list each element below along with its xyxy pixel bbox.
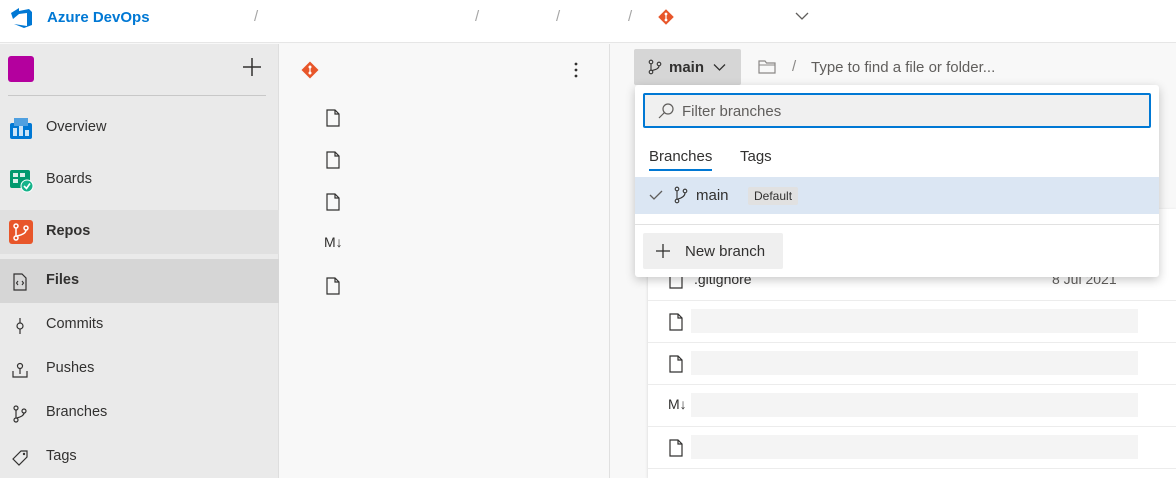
- folder-icon[interactable]: [758, 59, 776, 74]
- nav-item-files[interactable]: Files: [0, 259, 279, 303]
- branch-icon: [674, 186, 688, 204]
- checkmark-icon: [649, 190, 663, 200]
- branch-name: main: [696, 187, 729, 204]
- nav-item-label: Files: [46, 272, 80, 288]
- filter-branches-input[interactable]: [682, 101, 1132, 121]
- new-branch-label: New branch: [685, 243, 766, 260]
- file-icon[interactable]: [324, 192, 342, 212]
- breadcrumb-separator: /: [628, 8, 633, 25]
- search-icon: [658, 103, 674, 119]
- table-row[interactable]: [648, 343, 1176, 385]
- more-options-icon[interactable]: [573, 60, 579, 80]
- azure-devops-logo[interactable]: [9, 6, 35, 30]
- commits-icon: [16, 318, 24, 334]
- table-row[interactable]: [648, 301, 1176, 343]
- table-row[interactable]: [648, 427, 1176, 469]
- nav-item-tags[interactable]: Tags: [0, 435, 279, 478]
- nav-item-label: Overview: [46, 119, 107, 135]
- nav-item-label: Tags: [46, 448, 77, 464]
- chevron-down-icon[interactable]: [795, 11, 809, 21]
- nav-item-commits[interactable]: Commits: [0, 303, 279, 347]
- repos-icon: [9, 220, 33, 244]
- breadcrumb-separator: /: [475, 8, 480, 25]
- divider: [635, 224, 1159, 225]
- path-search-input[interactable]: [811, 56, 1141, 78]
- redacted-content: [691, 309, 1138, 333]
- filter-branches-box[interactable]: [643, 93, 1151, 128]
- plus-icon: [656, 244, 670, 258]
- nav-divider: [8, 95, 266, 96]
- redacted-content: [691, 435, 1138, 459]
- markdown-file-icon: M↓: [668, 396, 687, 412]
- file-icon[interactable]: [324, 276, 342, 296]
- top-bar: Azure DevOps / / / /: [0, 0, 1176, 43]
- nav-item-label: Boards: [46, 171, 92, 187]
- project-avatar[interactable]: [8, 56, 34, 82]
- nav-item-label: Branches: [46, 404, 108, 420]
- brand-name[interactable]: Azure DevOps: [47, 9, 150, 26]
- file-icon: [669, 313, 683, 331]
- file-tree-panel: M↓: [280, 44, 610, 478]
- branch-icon: [648, 59, 662, 75]
- overview-icon: [10, 118, 32, 139]
- breadcrumb-separator: /: [254, 8, 259, 25]
- file-icon[interactable]: [324, 150, 342, 170]
- file-icon: [669, 439, 683, 457]
- branch-selector-label: main: [669, 59, 705, 76]
- left-navigation: Overview Boards Repos Files Commits Push…: [0, 44, 279, 478]
- nav-item-label: Pushes: [46, 360, 95, 376]
- nav-item-label: Repos: [46, 223, 91, 239]
- branch-selector-button[interactable]: main: [634, 49, 741, 85]
- branch-list-item[interactable]: main Default: [635, 177, 1159, 214]
- new-branch-button[interactable]: New branch: [643, 233, 783, 269]
- nav-item-pushes[interactable]: Pushes: [0, 347, 279, 391]
- chevron-down-icon: [713, 64, 726, 71]
- git-repo-icon[interactable]: [301, 61, 319, 79]
- nav-item-label: Commits: [46, 316, 104, 332]
- nav-item-boards[interactable]: Boards: [0, 158, 279, 202]
- file-icon[interactable]: [324, 108, 342, 128]
- redacted-content: [691, 351, 1138, 375]
- branch-dropdown: Branches Tags main Default New branch: [635, 85, 1159, 277]
- nav-item-branches[interactable]: Branches: [0, 391, 279, 435]
- tab-branches[interactable]: Branches: [649, 148, 713, 171]
- file-icon: [669, 355, 683, 373]
- default-badge: Default: [748, 187, 799, 205]
- git-repo-icon[interactable]: [658, 9, 674, 25]
- boards-icon: [10, 170, 34, 193]
- files-icon: [13, 273, 27, 291]
- nav-item-repos[interactable]: Repos: [0, 210, 279, 254]
- nav-item-overview[interactable]: Overview: [0, 106, 279, 150]
- tab-tags[interactable]: Tags: [740, 148, 772, 165]
- add-icon[interactable]: [240, 55, 264, 79]
- tag-icon: [12, 450, 28, 466]
- markdown-file-icon[interactable]: M↓: [324, 234, 348, 254]
- branches-icon: [13, 405, 27, 423]
- redacted-content: [691, 393, 1138, 417]
- table-row[interactable]: M↓: [648, 385, 1176, 427]
- path-separator: /: [792, 58, 797, 75]
- pushes-icon: [12, 362, 28, 378]
- breadcrumb-separator: /: [556, 8, 561, 25]
